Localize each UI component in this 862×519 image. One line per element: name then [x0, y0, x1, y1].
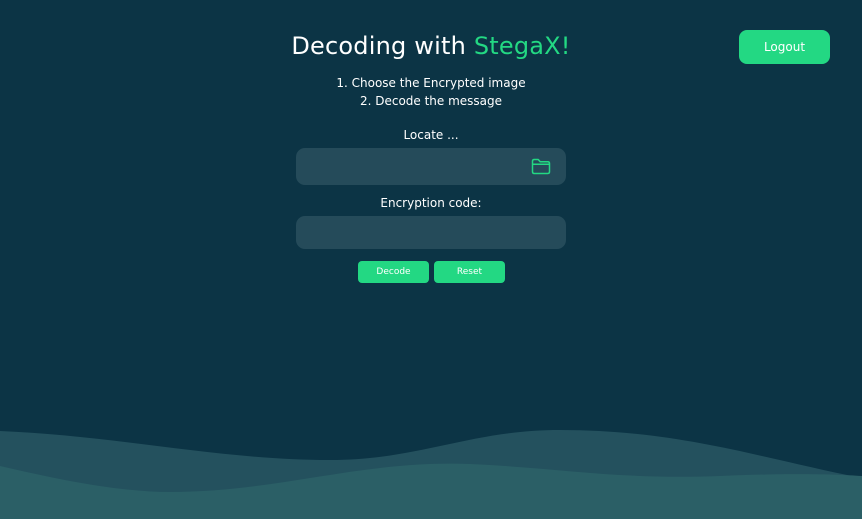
decode-button[interactable]: Decode — [358, 261, 429, 283]
file-path-field — [296, 148, 566, 185]
logout-button[interactable]: Logout — [739, 30, 830, 64]
decorative-waves — [0, 430, 862, 519]
encryption-code-input[interactable] — [296, 216, 566, 249]
page-title: Decoding with StegaX! — [0, 28, 862, 64]
brand-name: StegaX! — [473, 32, 571, 60]
locate-label: Locate ... — [403, 128, 459, 142]
instruction-step-2: 2. Decode the message — [359, 94, 503, 108]
encryption-code-label: Encryption code: — [380, 196, 482, 210]
reset-button[interactable]: Reset — [434, 261, 505, 283]
file-path-input[interactable] — [296, 148, 566, 185]
title-prefix: Decoding with — [291, 32, 474, 60]
encryption-code-field — [296, 216, 566, 249]
instruction-step-1: 1. Choose the Encrypted image — [336, 76, 526, 90]
decode-page: Decoding with StegaX! Logout 1. Choose t… — [0, 0, 862, 519]
instructions-list: 1. Choose the Encrypted image 2. Decode … — [0, 74, 862, 110]
folder-icon[interactable] — [531, 158, 551, 175]
